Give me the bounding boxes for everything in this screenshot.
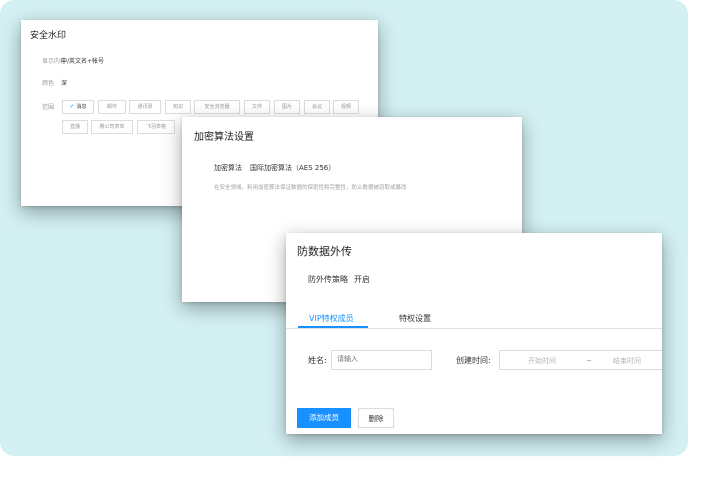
anti-leak-card: 防数据外传 防外传策略开启 VIP特权成员 特权设置 姓名: 创建时间: 开始时…: [286, 233, 662, 434]
scope-tag-contacts[interactable]: 通讯录: [129, 100, 161, 114]
end-time-placeholder: 结束时间: [613, 357, 641, 365]
anti-leak-title: 防数据外传: [297, 245, 352, 258]
policy-label: 防外传策略: [308, 275, 348, 284]
encryption-description: 在安全领域，利用加密算法保证数据的保密性和完整性，防止数据被窃取或篡改: [214, 185, 407, 191]
created-time-label: 创建时间:: [456, 356, 491, 365]
range-separator: ~: [586, 357, 592, 365]
policy-value: 开启: [354, 275, 370, 284]
active-tab-indicator: [298, 326, 368, 328]
tab-vip-members[interactable]: VIP特权成员: [309, 313, 354, 324]
color-value: 深: [61, 80, 68, 87]
add-member-button[interactable]: 添加成员: [297, 408, 351, 428]
algorithm-row: 加密算法 国际加密算法（AES 256）: [214, 163, 335, 173]
scope-tag-file[interactable]: 文件: [244, 100, 270, 114]
encryption-title: 加密算法设置: [194, 132, 254, 143]
display-content-value: 中/英文名+帐号: [61, 58, 105, 65]
watermark-title: 安全水印: [30, 31, 67, 41]
scope-tag-live[interactable]: 直播: [62, 120, 88, 134]
start-time-placeholder: 开始时间: [528, 357, 556, 365]
name-input[interactable]: [331, 350, 432, 370]
date-range-picker[interactable]: 开始时间 ~ 结束时间: [499, 350, 662, 370]
scope-tag-message[interactable]: ✓ 消息: [62, 100, 94, 114]
scope-tag-video[interactable]: 视频: [333, 100, 359, 114]
scope-label: 范围: [42, 104, 55, 111]
scope-tag-meeting[interactable]: 会议: [304, 100, 330, 114]
scope-tag-image[interactable]: 图片: [274, 100, 300, 114]
name-label: 姓名:: [308, 356, 327, 365]
policy-row: 防外传策略 开启: [308, 274, 370, 285]
scope-tag-knowledge[interactable]: 知识: [165, 100, 191, 114]
check-icon: ✓: [69, 103, 75, 110]
color-label: 颜色: [42, 80, 55, 87]
scope-tag-mail[interactable]: 邮件: [98, 100, 126, 114]
algorithm-value: 国际加密算法（AES 256）: [250, 164, 336, 172]
delete-button[interactable]: 删除: [358, 408, 394, 428]
scope-tag-form[interactable]: 腾公司表单: [91, 120, 133, 134]
scope-tag-browser[interactable]: 安全浏览器: [194, 100, 240, 114]
scope-tag-sheet[interactable]: 飞羽表格: [137, 120, 175, 134]
algorithm-label: 加密算法: [214, 164, 242, 172]
tab-privilege-settings[interactable]: 特权设置: [399, 313, 431, 324]
